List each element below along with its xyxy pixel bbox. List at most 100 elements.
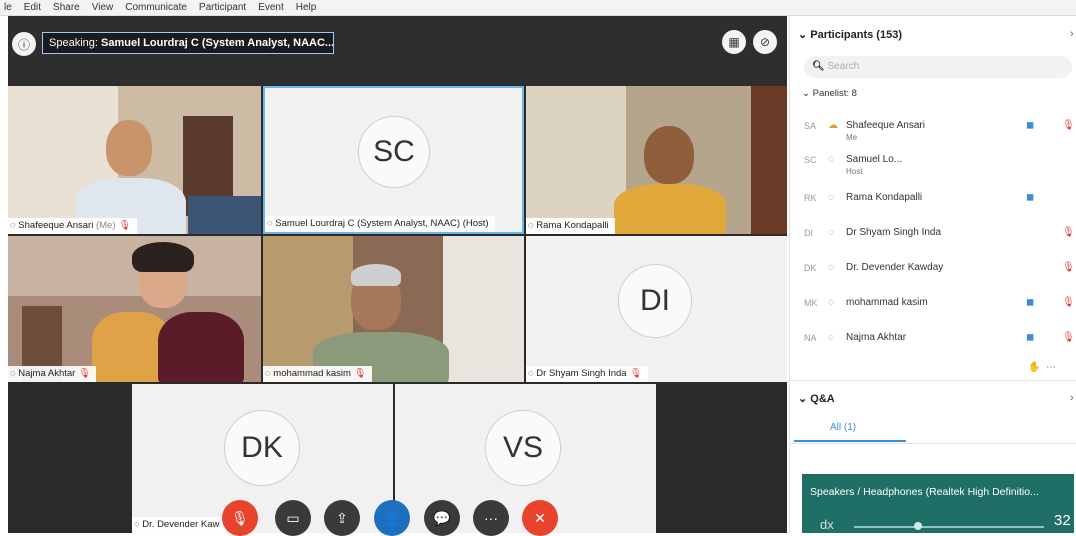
search-icon: 🔍︎ [812,61,828,72]
mic-muted-icon: 🎙 [118,220,131,231]
tab-underline [794,440,906,442]
menu-file[interactable]: le [4,2,12,13]
info-icon[interactable]: ⓘ [12,32,36,56]
video-button[interactable]: ▭ [275,500,311,536]
avatar-vs: VS [485,410,561,486]
participant-row[interactable]: NA ◌ Najma Akhtar ◼ 🎙 [804,324,1075,356]
minimize-icon[interactable]: ⊘ [753,30,777,54]
mic-muted-icon: 🎙 [629,368,642,379]
chevron-down-icon: ⌄ [798,29,811,41]
tile-label: ◌ Dr. Devender Kaw [132,517,226,533]
video-tile-samuel[interactable]: SC ◌ Samuel Lourdraj C (System Analyst, … [263,86,524,234]
avatar-sc: SC [358,116,430,188]
mute-button[interactable]: 🎙 [222,500,258,536]
camera-on-icon: ◼ [1026,332,1035,343]
participants-button[interactable]: 👤 [374,500,410,536]
mic-muted-icon: 🎙 [1062,297,1075,308]
grid-layout-icon[interactable]: ▦ [722,30,746,54]
mic-muted-icon: 🎙 [353,368,366,379]
video-tile-shafeeque[interactable]: ◌ Shafeeque Ansari (Me) 🎙 [8,86,261,234]
participant-row[interactable]: SC ◌ Samuel Lo... Host [804,146,1072,178]
video-tile-najma[interactable]: ◌ Najma Akhtar 🎙 [8,236,261,382]
video-tile-rama[interactable]: ◌ Rama Kondapalli [526,86,787,234]
options-icon[interactable]: ⋯ [1046,362,1056,373]
tile-label: ◌ Shafeeque Ansari (Me) 🎙 [8,218,137,234]
menu-participant[interactable]: Participant [199,2,246,13]
audio-volume-popup: Speakers / Headphones (Realtek High Defi… [802,474,1074,533]
camera-icon: ▭ [286,509,300,526]
close-icon: ✕ [534,509,546,526]
camera-on-icon: ◼ [1026,297,1035,308]
avatar-dk: DK [224,410,300,486]
audio-device-label: Speakers / Headphones (Realtek High Defi… [810,486,1039,498]
menu-share[interactable]: Share [53,2,80,13]
mic-muted-icon: 🎙 [1062,227,1075,238]
stage-top-bar: ⓘ Speaking: Samuel Lourdraj C (System An… [8,16,787,86]
menu-event[interactable]: Event [258,2,284,13]
chat-button[interactable]: 💬 [424,500,460,536]
participant-head [106,120,152,176]
participant-row[interactable]: MK ◌ mohammad kasim ◼ 🎙 [804,289,1075,321]
share-button[interactable]: ⇪ [324,500,360,536]
search-input[interactable]: 🔍︎ Search [804,56,1072,78]
audio-icon: ◌ [828,154,834,165]
hand-raise-icon[interactable]: ✋ [1028,362,1040,373]
speaking-prefix: Speaking: [49,37,98,49]
volume-slider-track[interactable] [854,526,1044,528]
participant-head [644,126,694,184]
video-stage: ⓘ Speaking: Samuel Lourdraj C (System An… [8,16,787,536]
menu-communicate[interactable]: Communicate [125,2,187,13]
tile-label: ◌ mohammad kasim 🎙 [263,366,372,382]
tile-label: ◌ Najma Akhtar 🎙 [8,366,97,382]
end-call-button[interactable]: ✕ [522,500,558,536]
qa-tab-all[interactable]: All (1) [830,422,856,433]
microphone-icon: 🎙 [231,509,249,526]
audio-icon: ◌ [828,192,834,203]
qa-header[interactable]: ⌄ Q&A [798,392,835,405]
mic-muted-icon: 🎙 [1062,332,1075,343]
camera-on-icon: ◼ [1026,120,1035,131]
tile-label: ◌ Samuel Lourdraj C (System Analyst, NAA… [265,216,495,232]
menu-edit[interactable]: Edit [24,2,41,13]
audio-icon: ◌ [828,227,834,238]
chevron-down-icon: ⌄ [802,88,813,99]
video-tile-shyam[interactable]: DI ◌ Dr Shyam Singh Inda 🎙 [526,236,787,382]
panel-divider [790,380,1076,381]
chevron-down-icon: ⌄ [798,393,811,405]
chat-icon: 💬 [433,509,451,526]
menu-view[interactable]: View [92,2,114,13]
participant-body [614,184,726,234]
camera-on-icon: ◼ [1026,192,1035,203]
volume-slider-handle[interactable] [914,522,922,530]
speaking-indicator: Speaking: Samuel Lourdraj C (System Anal… [42,32,334,54]
participants-header[interactable]: ⌄ Participants (153) [798,28,902,41]
volume-value: 32 [1054,512,1071,529]
speaker-icon: dx [820,517,834,532]
more-button[interactable]: ··· [473,500,509,536]
mic-muted-icon: 🎙 [1062,120,1075,131]
menu-help[interactable]: Help [296,2,317,13]
side-panel: ⌄ Participants (153) › 🔍︎ Search ⌄ Panel… [789,16,1076,533]
more-icon: ··· [484,510,498,526]
person-icon: 👤 [383,509,401,526]
tile-label: ◌ Rama Kondapalli [526,218,615,234]
audio-icon: ◌ [828,262,834,273]
video-tile-mohammad[interactable]: ◌ mohammad kasim 🎙 [263,236,524,382]
speaking-name: Samuel Lourdraj C (System Analyst, NAAC.… [101,37,334,49]
chevron-right-icon[interactable]: › [1070,392,1074,404]
participant-row[interactable]: DK ◌ Dr. Devender Kawday 🎙 [804,254,1075,286]
mic-muted-icon: 🎙 [78,368,91,379]
share-icon: ⇪ [336,509,348,526]
chevron-right-icon[interactable]: › [1070,28,1074,40]
panel-divider [790,443,1076,444]
panelist-group-header[interactable]: ⌄ Panelist: 8 [802,88,857,99]
menu-bar: le Edit Share View Communicate Participa… [0,0,1076,16]
participant-row[interactable]: SA ☁ Shafeeque Ansari Me ◼ 🎙 [804,112,1075,144]
participant-row[interactable]: DI ◌ Dr Shyam Singh Inda 🎙 [804,219,1075,251]
host-presenter-icon: ☁ [828,120,838,131]
audio-icon: ◌ [828,332,834,343]
audio-icon: ◌ [828,297,834,308]
mic-muted-icon: 🎙 [1062,262,1075,273]
participant-row[interactable]: RK ◌ Rama Kondapalli ◼ [804,184,1072,216]
tile-label: ◌ Dr Shyam Singh Inda 🎙 [526,366,648,382]
